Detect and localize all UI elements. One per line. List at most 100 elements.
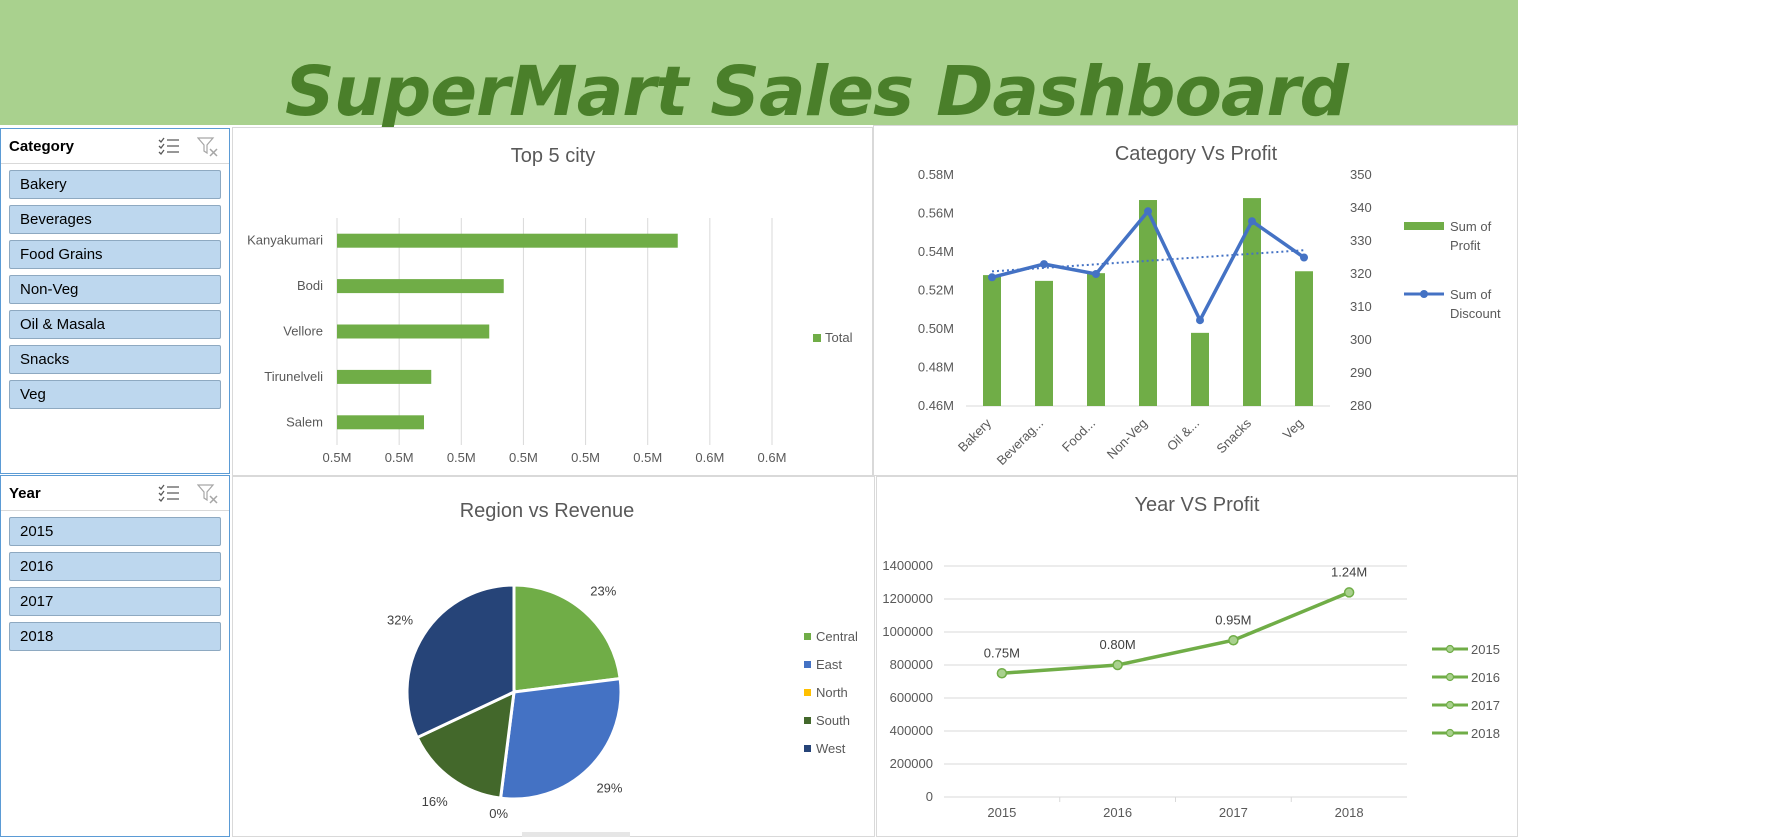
x-tick-label: 0.5M [633,450,662,465]
legend-label: East [816,657,842,672]
legend-swatch [804,661,811,668]
series-line [1001,590,1350,675]
x-tick-label: 0.5M [447,450,476,465]
x-tick-label: Snacks [1213,415,1254,456]
year-slicer[interactable]: Year 2015 2016 2017 2018 [0,475,230,837]
year-slicer-header: Year [1,476,229,511]
bar [337,279,504,294]
year-slicer-item[interactable]: 2015 [9,517,221,546]
y-right-tick-label: 320 [1350,266,1372,281]
x-tick-label: Food... [1059,416,1098,455]
legend-label: 2016 [1471,670,1500,685]
x-tick-label: Bakery [955,415,995,455]
category-slicer-item[interactable]: Non-Veg [9,275,221,304]
chart-title: Top 5 city [511,145,595,167]
y-left-tick-label: 0.58M [918,167,954,182]
x-tick-label: 2016 [1103,805,1132,820]
x-tick-label: 2017 [1219,805,1248,820]
x-tick-label: 0.5M [509,450,538,465]
data-label: 16% [422,794,448,809]
data-label: 23% [590,584,616,599]
data-label: 32% [387,613,413,628]
legend-label: Total [825,330,853,345]
bar [337,233,678,248]
bar [337,324,490,339]
category-slicer-item[interactable]: Food Grains [9,240,221,269]
y-tick-label: 1000000 [882,624,933,639]
top5-city-chart-panel[interactable]: Top 5 city 0.5M 0.5M 0.5M 0.5M 0.5M 0.5M 0.6M 0… [232,127,873,476]
y-right-tick-label: 300 [1350,332,1372,347]
x-tick-label: 0.6M [758,450,787,465]
data-label: 0.75M [984,645,1020,660]
y-tick-label: Tirunelveli [264,369,323,384]
year-slicer-item[interactable]: 2017 [9,587,221,616]
legend-label: South [816,713,850,728]
legend-swatch [804,745,811,752]
y-right-tick-label: 330 [1350,233,1372,248]
legend-label: Profit [1450,238,1481,253]
legend-label: Central [816,629,858,644]
x-tick-label: 2018 [1335,805,1364,820]
data-label: 29% [596,780,622,795]
data-label: 0% [489,806,508,821]
category-slicer[interactable]: Category Bakery Beverages Food Grains Non-V… [0,128,230,474]
y-tick-label: 1200000 [882,591,933,606]
line-marker [1040,260,1048,269]
y-tick-label: 600000 [890,690,933,705]
legend-marker [1420,290,1428,298]
clear-filter-icon[interactable] [197,137,219,157]
x-tick-label: Beverag... [994,416,1047,469]
category-slicer-item[interactable]: Bakery [9,170,221,199]
y-left-tick-label: 0.50M [918,321,954,336]
x-tick-label: 0.5M [323,450,352,465]
legend-label: Sum of [1450,219,1492,234]
year-profit-chart: Year VS Profit 1400000 1200000 1000000 8000… [882,494,1500,820]
region-revenue-chart-panel[interactable]: Region vs Revenue 23% 29% 0% 16% 32% Central E… [232,476,875,837]
legend-swatch [804,689,811,696]
y-right-tick-label: 350 [1350,167,1372,182]
legend-swatch [813,334,821,342]
x-tick-label: 0.5M [385,450,414,465]
bar [1191,332,1209,406]
year-slicer-item[interactable]: 2018 [9,622,221,651]
category-slicer-item[interactable]: Veg [9,380,221,409]
legend-swatch [804,717,811,724]
legend-marker [1445,700,1455,710]
multi-select-icon[interactable] [158,484,180,502]
legend-label: West [816,741,846,756]
top5-city-chart: Top 5 city 0.5M 0.5M 0.5M 0.5M 0.5M 0.5M 0.6M 0… [247,145,853,465]
dashboard-title: SuperMart Sales Dashboard [285,52,1349,132]
data-label: 0.95M [1215,612,1251,627]
x-tick-label: Veg [1280,416,1306,442]
category-slicer-item[interactable]: Oil & Masala [9,310,221,339]
y-left-tick-label: 0.52M [918,283,954,298]
multi-select-icon[interactable] [158,137,180,155]
bar [337,369,432,384]
legend-marker [1445,728,1455,738]
category-profit-chart: Category Vs Profit 0.58M 0.56M 0.54M 0.52M 0… [918,143,1501,469]
y-tick-label: 200000 [890,756,933,771]
y-tick-label: Bodi [297,278,323,293]
clear-filter-icon[interactable] [197,484,219,504]
legend-label: Sum of [1450,287,1492,302]
legend-label: 2017 [1471,698,1500,713]
category-slicer-item[interactable]: Beverages [9,205,221,234]
year-slicer-item[interactable]: 2016 [9,552,221,581]
line-marker [988,273,996,282]
year-profit-chart-panel[interactable]: Year VS Profit 1400000 1200000 1000000 8000… [876,476,1518,837]
horizontal-scrollbar[interactable] [522,832,630,837]
legend-swatch [804,633,811,640]
bar [983,275,1001,406]
category-slicer-title: Category [9,138,75,155]
data-label: 1.24M [1331,564,1367,579]
pie-slice [512,583,622,694]
x-tick-label: Non-Veg [1104,416,1150,462]
category-profit-chart-panel[interactable]: Category Vs Profit 0.58M 0.56M 0.54M 0.52M 0… [873,125,1518,476]
legend-marker [1445,644,1455,654]
y-tick-label: Kanyakumari [247,233,323,248]
data-label: 0.80M [1100,637,1136,652]
bar [1035,280,1053,406]
chart-title: Region vs Revenue [460,500,635,522]
legend-label: Discount [1450,306,1501,321]
category-slicer-item[interactable]: Snacks [9,345,221,374]
